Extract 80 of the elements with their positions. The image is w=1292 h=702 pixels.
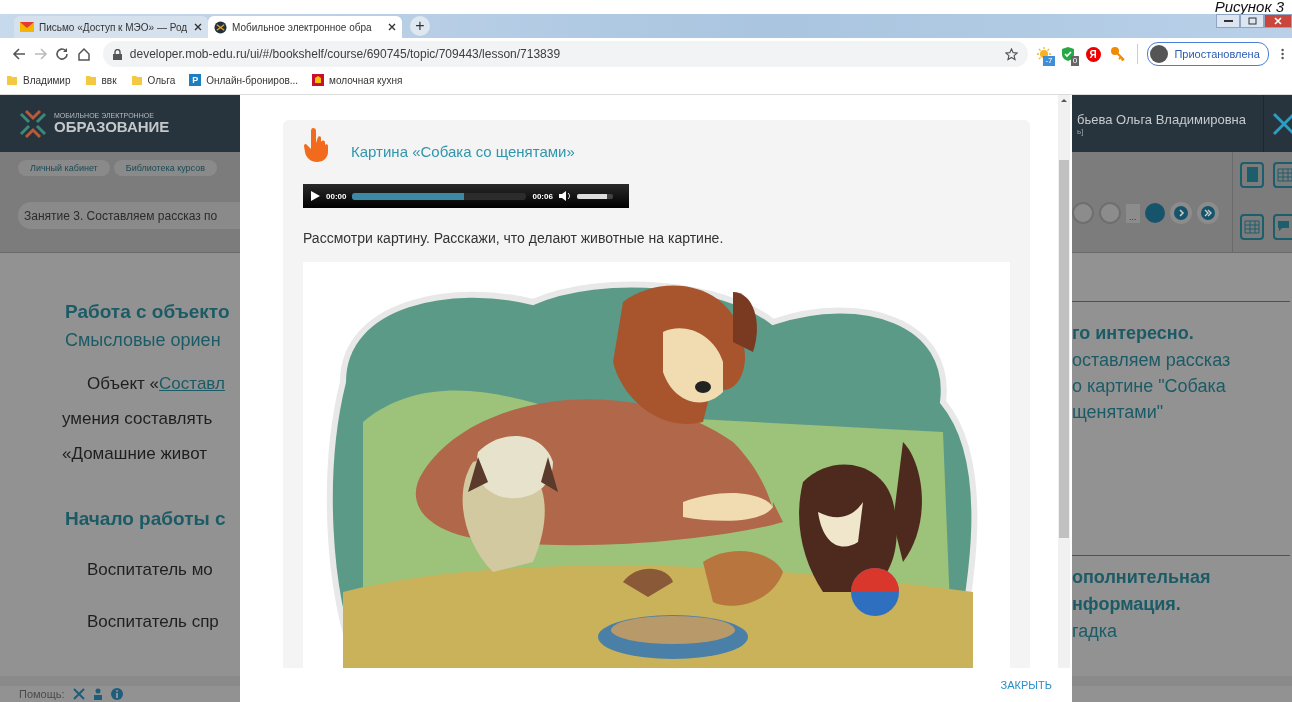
folder-icon — [130, 74, 143, 86]
card-title: Картина «Собака со щенятами» — [351, 143, 575, 160]
progress-track[interactable] — [352, 192, 527, 200]
logo-text: ОБРАЗОВАНИЕ — [54, 119, 170, 135]
new-tab-button[interactable]: + — [410, 16, 430, 36]
page-dot[interactable] — [1144, 203, 1165, 223]
tools-icon[interactable] — [72, 688, 85, 700]
restore-icon — [1247, 17, 1257, 25]
user-name: бьева Ольга Владимировна — [1077, 111, 1247, 127]
help-label: Помощь: — [19, 688, 65, 700]
info-icon[interactable] — [110, 688, 123, 700]
object-link[interactable]: Составл — [159, 374, 225, 393]
sidebar-link-text[interactable]: щенятами" — [1072, 399, 1292, 425]
breadcrumb[interactable]: Личный кабинет — [18, 160, 110, 176]
yandex-extension-button[interactable]: Я — [1085, 46, 1101, 62]
star-icon[interactable] — [1004, 47, 1018, 61]
section-heading: Начало работы с — [65, 507, 227, 531]
next-icon[interactable] — [1173, 206, 1188, 220]
minimize-icon — [1223, 19, 1233, 23]
extension-badge: -7 — [1043, 56, 1055, 66]
sidebar-link-text[interactable]: о картине "Собака — [1072, 373, 1292, 399]
section-heading: Работа с объекто — [65, 300, 231, 324]
profile-button[interactable]: Приостановлена — [1147, 42, 1269, 66]
sidebar-heading: го интересно. — [1072, 322, 1195, 345]
avatar-icon — [1150, 45, 1169, 63]
close-icon[interactable] — [388, 23, 396, 31]
bookmark[interactable]: ввк — [84, 74, 117, 86]
last-icon[interactable] — [1200, 206, 1215, 220]
extension-badge: 0 — [1070, 56, 1080, 66]
paragraph-text: Воспитатель спр — [87, 611, 220, 633]
folder-icon — [84, 74, 97, 86]
paragraph-text: Объект «Составл — [87, 373, 226, 395]
shield-check-icon[interactable] — [1060, 46, 1077, 62]
browser-tab[interactable]: Письмо «Доступ к МЭО» — Род — [14, 16, 208, 38]
key-icon[interactable] — [1109, 46, 1126, 62]
close-icon — [1274, 17, 1282, 25]
envelope-icon — [20, 22, 34, 32]
close-button[interactable]: ЗАКРЫТЬ — [996, 675, 1056, 695]
current-time: 00:00 — [326, 191, 347, 201]
site-icon: P — [189, 74, 202, 86]
pagination-ellipsis[interactable]: ... — [1126, 203, 1140, 223]
folder-icon — [6, 74, 18, 86]
logo-icon — [18, 108, 48, 139]
back-icon[interactable] — [11, 47, 26, 61]
emblem-icon — [312, 74, 325, 86]
bookmark[interactable]: P Онлайн-брониров... — [189, 74, 299, 86]
section-subheading: Смысловые ориен — [65, 329, 222, 352]
volume-track[interactable] — [576, 193, 613, 199]
paragraph-text: умения составлять — [62, 408, 214, 430]
sidebar-link-text[interactable]: гадка — [1072, 618, 1292, 644]
play-icon[interactable] — [311, 191, 320, 201]
home-icon[interactable] — [76, 47, 91, 61]
lock-icon — [112, 48, 122, 60]
close-icon[interactable] — [194, 23, 202, 31]
address-bar[interactable]: developer.mob-edu.ru/ui/#/bookshelf/course/690745/topic/709443/lesson/713839 — [102, 41, 1028, 67]
figure-caption: Рисунок 3 — [1214, 0, 1284, 14]
scrollbar-thumb[interactable] — [1059, 160, 1069, 538]
bookmark[interactable]: молочная кухня — [312, 74, 403, 86]
site-logo-icon — [214, 20, 227, 34]
lesson-title-field[interactable]: Занятие 3. Составляем рассказ по — [18, 202, 240, 229]
user-lock-icon[interactable] — [92, 688, 103, 700]
bookmark[interactable]: Владимир — [6, 74, 71, 86]
horizontal-scrollbar[interactable] — [1072, 676, 1292, 686]
breadcrumb[interactable]: Библиотека курсов — [113, 160, 217, 176]
speaker-icon[interactable] — [558, 191, 571, 201]
bookmark[interactable]: Ольга — [130, 74, 176, 86]
user-role: ь] — [1077, 126, 1085, 136]
duration-time: 00:06 — [532, 191, 553, 201]
sidebar-heading: ополнительная — [1072, 566, 1212, 589]
browser-tab[interactable]: Мобильное электронное обра — [208, 16, 402, 38]
instruction-text: Рассмотри картину. Расскажи, что делают животные на картине. — [303, 230, 725, 246]
paragraph-text: «Домашние живот — [62, 443, 209, 465]
reload-icon[interactable] — [55, 47, 70, 61]
close-window-button[interactable] — [1264, 14, 1292, 28]
sidebar-link-text[interactable]: оставляем рассказ — [1072, 347, 1292, 373]
sidebar-heading: нформация. — [1072, 593, 1182, 616]
minimize-button[interactable] — [1216, 14, 1240, 28]
paragraph-text: Воспитатель мо — [87, 559, 214, 581]
horizontal-scrollbar[interactable] — [0, 676, 240, 686]
menu-icon[interactable] — [1280, 47, 1284, 61]
